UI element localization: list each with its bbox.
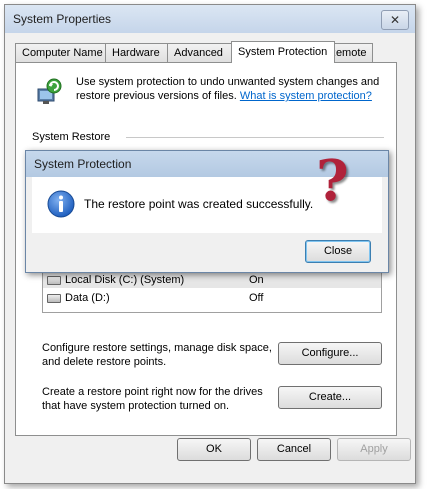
drive-name: Data (D:) xyxy=(47,290,110,306)
information-icon xyxy=(47,190,75,218)
intro-text: Use system protection to undo unwanted s… xyxy=(76,75,386,103)
drive-row-c[interactable]: Local Disk (C:) (System) On xyxy=(43,272,381,288)
drive-name: Local Disk (C:) (System) xyxy=(47,272,184,288)
drive-icon xyxy=(47,275,61,285)
dialog-message: The restore point was created successful… xyxy=(84,197,314,211)
drive-list[interactable]: Local Disk (C:) (System) On Data (D:) Of… xyxy=(42,267,382,313)
section-divider xyxy=(126,137,384,138)
drive-status: On xyxy=(249,274,264,286)
configure-button[interactable]: Configure... xyxy=(278,342,382,365)
title-bar[interactable]: System Properties ✕ xyxy=(5,5,415,33)
system-restore-label: System Restore xyxy=(32,131,111,143)
tab-hardware[interactable]: Hardware xyxy=(105,43,169,62)
tab-system-protection[interactable]: System Protection xyxy=(231,41,335,63)
tab-advanced[interactable]: Advanced xyxy=(167,43,233,62)
what-is-system-protection-link[interactable]: What is system protection? xyxy=(240,90,372,102)
dialog-close-button[interactable]: Close xyxy=(305,240,371,263)
window-title: System Properties xyxy=(13,12,112,26)
drive-status: Off xyxy=(249,292,264,304)
ok-button[interactable]: OK xyxy=(177,438,251,461)
dialog-title: System Protection xyxy=(34,157,132,171)
drive-icon xyxy=(47,293,61,303)
create-description: Create a restore point right now for the… xyxy=(42,386,263,412)
configure-description: Configure restore settings, manage disk … xyxy=(42,342,272,368)
system-protection-icon xyxy=(37,78,62,104)
tab-computer-name[interactable]: Computer Name xyxy=(15,43,107,62)
create-button[interactable]: Create... xyxy=(278,386,382,409)
question-mark-overlay: ? xyxy=(316,148,349,214)
window-close-button[interactable]: ✕ xyxy=(381,10,409,30)
drive-row-d[interactable]: Data (D:) Off xyxy=(43,290,381,306)
apply-button[interactable]: Apply xyxy=(337,438,411,461)
cancel-button[interactable]: Cancel xyxy=(257,438,331,461)
dialog-footer: Close xyxy=(32,233,382,267)
